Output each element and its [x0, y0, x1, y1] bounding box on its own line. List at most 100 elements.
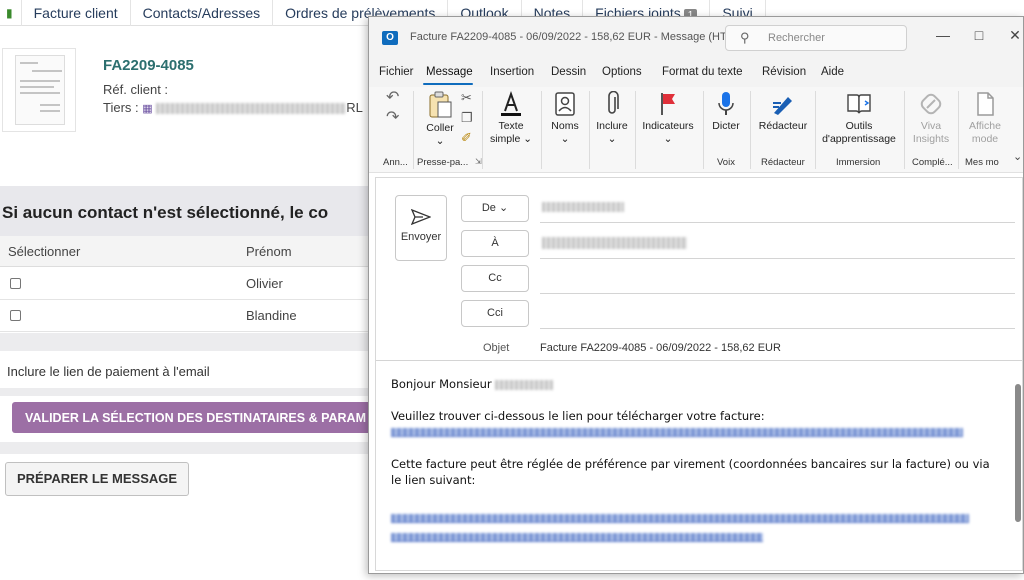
contacts-heading: Si aucun contact n'est sélectionné, le c…: [0, 186, 370, 236]
paste-button[interactable]: Coller ⌄: [421, 91, 459, 148]
outlook-message-window: O Facture FA2209-4085 - 06/09/2022 - 158…: [368, 16, 1024, 574]
include-label: Inclure: [596, 120, 628, 132]
tab-options[interactable]: Options: [602, 66, 642, 78]
chevron-down-icon: ⌄: [523, 133, 533, 145]
from-label: De: [481, 202, 496, 214]
title-bar: O Facture FA2209-4085 - 06/09/2022 - 158…: [369, 17, 1023, 59]
tab-dessin[interactable]: Dessin: [551, 66, 586, 78]
templates-label-2: mode: [971, 133, 999, 145]
dictate-button[interactable]: Dicter: [707, 91, 745, 133]
to-button[interactable]: À: [461, 230, 529, 257]
redo-icon[interactable]: ↷: [386, 110, 399, 126]
group-templates: Mes mo: [965, 157, 999, 168]
invoice-thumbnail[interactable]: [2, 48, 76, 132]
tab-contacts[interactable]: Contacts/Adresses: [131, 0, 274, 26]
close-icon[interactable]: ✕: [1003, 27, 1023, 44]
tab-message[interactable]: Message: [426, 66, 473, 78]
send-button[interactable]: Envoyer: [395, 195, 447, 261]
column-header-select: Sélectionner: [8, 244, 81, 259]
section-divider: [0, 388, 370, 396]
chevron-down-icon: ⌄: [663, 133, 673, 145]
basic-text-label-2: simple: [489, 133, 521, 145]
search-input[interactable]: ⚲ Rechercher: [725, 25, 907, 51]
tab-insertion[interactable]: Insertion: [490, 66, 534, 78]
ref-client-label: Réf. client :: [103, 82, 169, 97]
tab-aide[interactable]: Aide: [821, 66, 844, 78]
contact-checkbox[interactable]: [10, 310, 21, 321]
dictate-label: Dicter: [712, 120, 740, 132]
names-button[interactable]: Noms ⌄: [547, 91, 583, 146]
send-label: Envoyer: [400, 231, 442, 243]
group-editor: Rédacteur: [761, 157, 805, 168]
paste-label: Coller: [426, 122, 454, 134]
tiers-name-redacted[interactable]: [156, 103, 347, 115]
invoice-ref[interactable]: FA2209-4085: [103, 57, 194, 74]
scrollbar[interactable]: [1014, 368, 1022, 568]
contact-firstname: Olivier: [246, 276, 283, 291]
flag-icon: [661, 93, 675, 115]
tags-label: Indicateurs: [642, 120, 694, 132]
table-row: Blandine: [0, 300, 370, 332]
tab-format-texte[interactable]: Format du texte: [662, 66, 743, 78]
viva-insights-button[interactable]: Viva Insights: [909, 91, 953, 146]
payment-intro: Cette facture peut être réglée de préfér…: [391, 457, 990, 487]
tiers-row: Tiers : ▦ RL: [103, 100, 363, 115]
paste-icon: [429, 91, 452, 118]
prepare-message-button[interactable]: PRÉPARER LE MESSAGE: [5, 462, 189, 496]
cut-icon[interactable]: ✂: [461, 91, 472, 104]
include-button[interactable]: Inclure ⌄: [593, 91, 631, 146]
viva-insights-label-1: Viva: [920, 120, 942, 132]
subject-input[interactable]: Facture FA2209-4085 - 06/09/2022 - 158,6…: [540, 342, 781, 354]
immersive-reader-icon: [847, 94, 871, 114]
payment-link[interactable]: [391, 514, 969, 523]
group-addins: Complé...: [912, 157, 953, 168]
group-undo: Ann...: [383, 157, 408, 168]
compose-area: Envoyer De ⌄ À Cc Cci Objet Facture FA22…: [375, 177, 1023, 571]
chevron-down-icon: ⌄: [435, 135, 445, 147]
editor-pen-icon: [773, 97, 792, 115]
tags-button[interactable]: Indicateurs ⌄: [639, 91, 697, 146]
search-placeholder: Rechercher: [768, 32, 825, 44]
maximize-icon[interactable]: □: [967, 27, 991, 43]
contacts-table-header: Sélectionner Prénom: [0, 236, 370, 267]
undo-icon[interactable]: ↶: [386, 90, 399, 106]
templates-button[interactable]: Affiche mode: [963, 91, 1007, 146]
from-address-redacted: [542, 202, 624, 212]
contact-checkbox[interactable]: [10, 278, 21, 289]
company-icon: ▦: [142, 103, 153, 115]
invoice-download-link[interactable]: [391, 428, 963, 437]
tab-revision[interactable]: Révision: [762, 66, 806, 78]
editor-button[interactable]: Rédacteur: [755, 91, 811, 133]
message-body[interactable]: Bonjour Monsieur Veuillez trouver ci-des…: [391, 376, 996, 542]
validate-recipients-button[interactable]: VALIDER LA SÉLECTION DES DESTINATAIRES &…: [12, 402, 372, 433]
bcc-button[interactable]: Cci: [461, 300, 529, 327]
subject-label: Objet: [483, 342, 510, 354]
group-immersive: Immersion: [836, 157, 881, 168]
tab-facture-client[interactable]: Facture client: [22, 0, 131, 26]
invoice-icon: ▮: [0, 0, 22, 26]
to-address-redacted[interactable]: [542, 237, 687, 249]
chevron-down-icon: ⌄: [498, 202, 509, 214]
send-icon: [411, 209, 431, 225]
tab-fichier[interactable]: Fichier: [379, 66, 414, 78]
window-title: Facture FA2209-4085 - 06/09/2022 - 158,6…: [410, 31, 746, 43]
templates-icon: [977, 92, 994, 116]
immersive-reader-button[interactable]: Outils d'apprentissage: [819, 91, 899, 146]
minimize-icon[interactable]: —: [931, 27, 955, 43]
tiers-name-tail: RL: [346, 100, 363, 115]
payment-link-continued[interactable]: [391, 533, 763, 542]
payment-link-label: Inclure le lien de paiement à l'email: [7, 364, 210, 379]
contact-firstname: Blandine: [246, 308, 297, 323]
ribbon-expand-chevron-icon[interactable]: ⌄: [1013, 151, 1022, 164]
paperclip-icon: [608, 91, 619, 114]
viva-insights-label-2: Insights: [912, 133, 950, 145]
scrollbar-thumb[interactable]: [1015, 384, 1021, 522]
copy-icon[interactable]: ❐: [461, 111, 473, 124]
section-divider: [0, 333, 370, 351]
basic-text-button[interactable]: Texte simple ⌄: [487, 91, 535, 146]
cc-button[interactable]: Cc: [461, 265, 529, 292]
format-painter-icon[interactable]: ✐: [461, 131, 472, 144]
from-button[interactable]: De ⌄: [461, 195, 529, 222]
dialog-launcher-icon[interactable]: ⇲: [475, 157, 482, 166]
group-voice: Voix: [717, 157, 735, 168]
